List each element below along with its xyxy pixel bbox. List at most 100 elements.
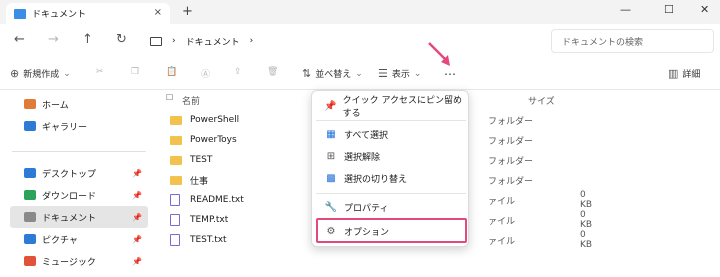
share-icon[interactable]: ⇪ <box>234 67 242 77</box>
text-file-icon <box>170 194 180 206</box>
sidebar-item-desktop[interactable]: デスクトップ 📌 <box>10 162 148 184</box>
new-button[interactable]: ⊕ 新規作成 ⌄ <box>10 67 71 80</box>
forward-button[interactable]: → <box>48 32 59 47</box>
tab-documents[interactable]: ドキュメント × <box>6 3 170 24</box>
close-window-button[interactable]: ✕ <box>700 3 709 16</box>
menu-divider <box>316 193 466 194</box>
sidebar-item-label: デスクトップ <box>42 169 97 180</box>
folder-icon <box>170 175 182 185</box>
menu-item-select-none[interactable]: ⊞ 選択解除 <box>316 145 466 167</box>
file-type: フォルダー <box>488 176 534 187</box>
sort-label: 並べ替え <box>315 70 352 80</box>
new-tab-button[interactable]: + <box>182 4 193 19</box>
home-icon <box>24 99 36 109</box>
column-header-size[interactable]: サイズ <box>528 94 555 107</box>
file-name: PowerShell <box>190 115 240 125</box>
details-button[interactable]: ▥ 詳細 <box>668 67 700 80</box>
view-label: 表示 <box>391 70 410 80</box>
download-icon <box>24 190 36 200</box>
menu-item-select-all[interactable]: ▦ すべて選択 <box>316 123 466 145</box>
search-input[interactable]: ドキュメントの検索 <box>551 29 714 53</box>
text-file-icon <box>170 214 180 226</box>
breadcrumb-separator[interactable]: › <box>250 36 254 46</box>
monitor-icon <box>150 36 162 46</box>
tab-close-icon[interactable]: × <box>154 7 162 18</box>
sidebar-item-documents[interactable]: ドキュメント 📌 <box>10 206 148 228</box>
rename-icon[interactable]: Ⓐ <box>201 67 210 80</box>
file-size: 0 KB <box>580 190 593 210</box>
file-name: TEST.txt <box>190 235 227 245</box>
menu-item-label: すべて選択 <box>344 130 389 141</box>
select-all-checkbox[interactable]: ☐ <box>166 93 173 102</box>
sidebar-item-label: ダウンロード <box>42 191 97 202</box>
details-pane-icon: ▥ <box>668 67 679 80</box>
refresh-button[interactable]: ↻ <box>116 32 127 47</box>
sidebar-item-label: ホーム <box>42 100 69 111</box>
select-none-icon: ⊞ <box>326 150 336 162</box>
maximize-button[interactable]: ☐ <box>664 3 674 16</box>
search-placeholder: ドキュメントの検索 <box>562 37 644 48</box>
menu-item-label: 選択解除 <box>344 152 381 163</box>
column-header-name[interactable]: 名前 <box>182 94 200 107</box>
navigation-pane: ホーム ギャラリー デスクトップ 📌 ダウンロード 📌 ドキュメント 📌 ピクチ… <box>0 90 150 277</box>
gallery-icon <box>24 121 36 131</box>
menu-item-pin-quick-access[interactable]: 📌 クイック アクセスにピン留めする <box>316 95 466 119</box>
sidebar-item-gallery[interactable]: ギャラリー <box>10 115 148 137</box>
file-type: ァイル <box>488 196 516 207</box>
address-bar[interactable]: › ドキュメント › <box>142 29 538 53</box>
sidebar-item-downloads[interactable]: ダウンロード 📌 <box>10 184 148 206</box>
sort-icon: ⇅ <box>302 67 312 80</box>
breadcrumb-documents[interactable]: ドキュメント <box>186 35 240 48</box>
sidebar-item-pictures[interactable]: ピクチャ 📌 <box>10 228 148 250</box>
sort-button[interactable]: ⇅ 並べ替え ⌄ <box>302 67 363 80</box>
file-name: PowerToys <box>190 135 237 145</box>
file-type: フォルダー <box>488 156 534 167</box>
menu-item-label: クイック アクセスにピン留めする <box>342 96 462 119</box>
menu-item-invert-selection[interactable]: ▩ 選択の切り替え <box>316 167 466 189</box>
pin-icon: 📌 <box>132 212 142 222</box>
pictures-icon <box>24 234 36 244</box>
chevron-down-icon: ⌄ <box>63 68 71 79</box>
menu-item-label: 選択の切り替え <box>344 174 408 185</box>
pin-icon: 📌 <box>132 190 142 200</box>
chevron-down-icon: ⌄ <box>413 68 422 79</box>
file-name: TEMP.txt <box>190 215 229 225</box>
folder-icon <box>170 155 182 165</box>
view-button[interactable]: ☰ 表示 ⌄ <box>378 67 421 80</box>
plus-circle-icon: ⊕ <box>10 67 20 80</box>
folder-icon <box>14 8 26 19</box>
options-highlight-box <box>316 218 467 243</box>
up-button[interactable]: ↑ <box>82 32 93 47</box>
sidebar-item-home[interactable]: ホーム <box>10 93 148 115</box>
file-name: 仕事 <box>190 176 209 187</box>
sidebar-item-music[interactable]: ミュージック 📌 <box>10 250 148 272</box>
folder-icon <box>170 135 182 145</box>
command-bar: ⊕ 新規作成 ⌄ ✂ ❐ 📋 Ⓐ ⇪ 🗑 ⇅ 並べ替え ⌄ ☰ 表示 ⌄ … ▥… <box>0 58 720 90</box>
tab-label: ドキュメント <box>32 10 87 20</box>
cut-icon[interactable]: ✂ <box>96 67 104 77</box>
pin-icon: 📌 <box>132 256 142 266</box>
sidebar-item-label: ギャラリー <box>42 122 88 133</box>
file-type: ァイル <box>488 216 516 227</box>
music-icon <box>24 256 36 266</box>
file-size: 0 KB <box>580 210 593 230</box>
pin-icon: 📌 <box>132 234 142 244</box>
minimize-button[interactable]: — <box>620 3 631 16</box>
file-type: フォルダー <box>488 116 534 127</box>
menu-divider <box>316 120 466 121</box>
file-size: 0 KB <box>580 230 593 250</box>
menu-item-properties[interactable]: 🔧 プロパティ <box>316 196 466 218</box>
copy-icon[interactable]: ❐ <box>131 67 139 77</box>
folder-icon <box>170 115 182 125</box>
menu-item-label: プロパティ <box>344 203 389 214</box>
file-name: README.txt <box>190 195 244 205</box>
paste-icon[interactable]: 📋 <box>166 67 177 77</box>
select-all-icon: ▦ <box>326 128 336 140</box>
view-icon: ☰ <box>378 67 388 80</box>
sidebar-item-label: ミュージック <box>42 257 96 268</box>
delete-icon[interactable]: 🗑 <box>267 67 278 77</box>
title-bar: ドキュメント × + — ☐ ✕ <box>0 0 720 24</box>
back-button[interactable]: ← <box>14 32 25 47</box>
wrench-icon: 🔧 <box>324 201 338 213</box>
more-options-menu: 📌 クイック アクセスにピン留めする ▦ すべて選択 ⊞ 選択解除 ▩ 選択の切… <box>311 90 469 247</box>
